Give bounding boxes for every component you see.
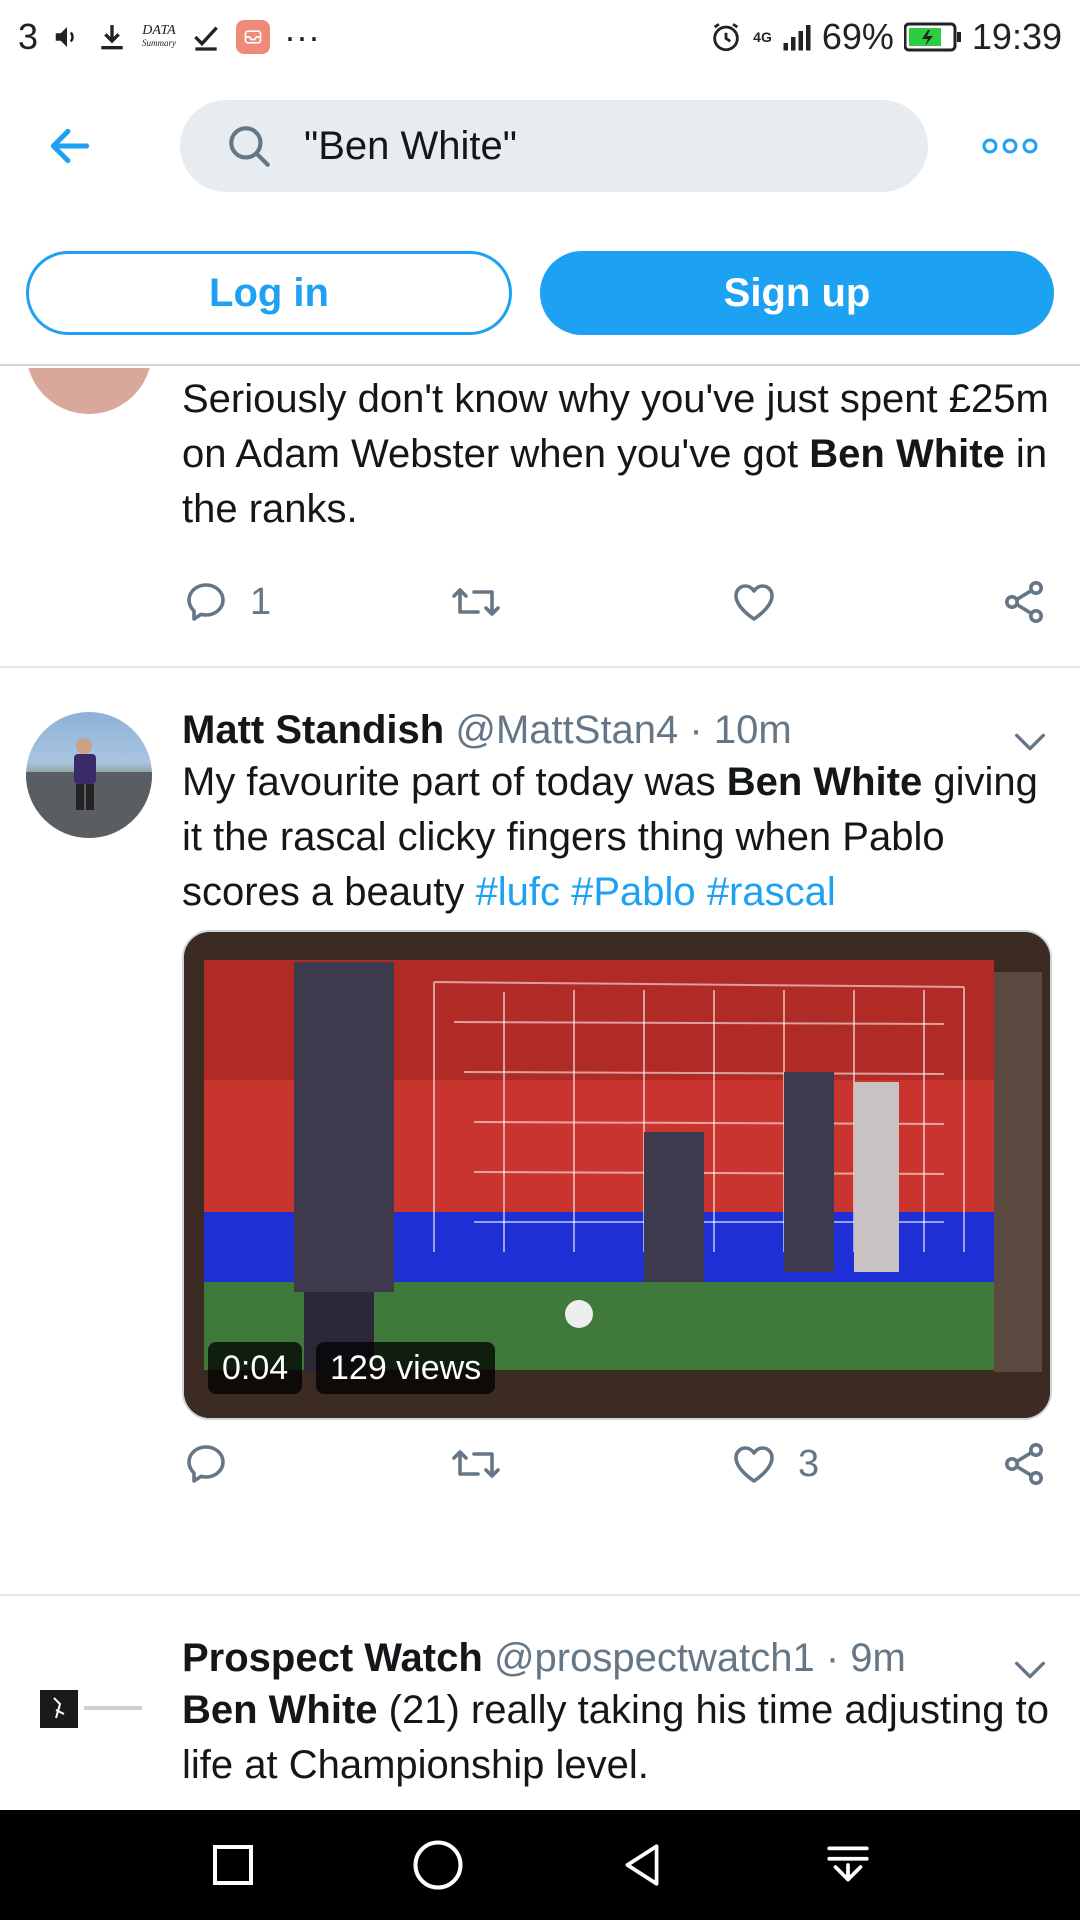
back-button[interactable] [38, 114, 102, 178]
avatar-logo [40, 1690, 142, 1728]
reply-icon [187, 583, 225, 621]
circle-icon [413, 1840, 463, 1890]
author-handle[interactable]: @MattStan4 [455, 708, 678, 752]
author-name[interactable]: Matt Standish [182, 708, 444, 752]
tweet[interactable]: Seriously don't know why you've just spe… [0, 368, 1080, 668]
network-type: 4G [753, 29, 772, 45]
pull-down-icon [827, 1846, 869, 1882]
search-icon [229, 126, 270, 167]
video-views: 129 views [316, 1342, 496, 1394]
like-button[interactable]: 3 [730, 1434, 819, 1494]
tweet[interactable]: Matt Standish @MattStan4 · 10m My favour… [0, 668, 1080, 1596]
heart-icon [734, 1446, 774, 1483]
tweet-text-highlight: Ben White [809, 432, 1005, 476]
tweet-time[interactable]: 9m [850, 1636, 906, 1680]
share-button[interactable] [1000, 572, 1048, 632]
video-duration: 0:04 [208, 1342, 303, 1394]
reply-button[interactable] [182, 1434, 250, 1494]
home-button[interactable] [408, 1835, 468, 1895]
reply-count: 1 [250, 580, 272, 623]
hashtag-link[interactable]: #rascal [707, 870, 836, 914]
battery-icon [903, 22, 962, 52]
square-icon [213, 1845, 253, 1885]
tweet-header: Prospect Watch @prospectwatch1 · 9m [182, 1636, 1054, 1681]
like-count: 3 [798, 1442, 820, 1485]
tweet-text: Seriously don't know why you've just spe… [182, 372, 1054, 537]
hashtag-link[interactable]: #lufc [476, 870, 561, 914]
signal-icon [782, 21, 812, 53]
like-button[interactable] [730, 572, 798, 632]
sim-indicator: 3 [18, 16, 39, 57]
battery-percent: 69% [821, 16, 894, 57]
recents-button[interactable] [203, 1835, 263, 1895]
back-nav-button[interactable] [612, 1835, 672, 1895]
retweet-button[interactable] [450, 1434, 502, 1494]
tweet-actions: 3 [182, 1434, 1054, 1494]
retweet-button[interactable] [450, 572, 502, 632]
login-button[interactable]: Log in [26, 251, 512, 335]
tweet-text: My favourite part of today was Ben White… [182, 755, 1054, 920]
reply-icon [187, 1445, 225, 1483]
search-bar[interactable]: "Ben White" [180, 100, 928, 192]
separator-dot: · [689, 708, 714, 752]
heart-icon [734, 584, 774, 621]
more-notifications: ··· [284, 16, 320, 57]
notification-pulldown-button[interactable] [818, 1835, 878, 1895]
alarm-icon [709, 20, 743, 54]
tweet-header: Matt Standish @MattStan4 · 10m [182, 708, 1054, 753]
arrow-left-icon [50, 128, 90, 164]
tweet-text-highlight: Ben White [726, 760, 923, 804]
system-navigation-bar [0, 1810, 1080, 1920]
signup-button[interactable]: Sign up [540, 251, 1054, 335]
hashtag-link[interactable]: #Pablo [571, 870, 696, 914]
video-player[interactable]: 0:04 129 views [182, 930, 1052, 1420]
avatar-photo [26, 738, 152, 838]
more-icon [982, 138, 1038, 154]
tweet-text-highlight: Ben White [182, 1688, 378, 1732]
share-icon [1005, 1443, 1043, 1485]
author-handle[interactable]: @prospectwatch1 [494, 1636, 815, 1680]
top-app-bar: "Ben White" [0, 74, 1080, 216]
share-button[interactable] [1000, 1434, 1048, 1494]
search-results-timeline[interactable]: Seriously don't know why you've just spe… [0, 368, 1080, 1810]
tweet-actions: 1 [182, 572, 1054, 632]
data-summary-sub: Summary [142, 38, 177, 48]
retweet-icon [452, 1450, 500, 1478]
volume-icon [52, 22, 82, 52]
check-icon [190, 21, 222, 53]
tweet-text: Ben White (21) really taking his time ad… [182, 1683, 1054, 1793]
retweet-icon [452, 588, 500, 616]
data-summary-label: DATA [142, 23, 176, 38]
avatar[interactable] [26, 1640, 152, 1766]
status-bar: 3 DATA Summary ··· 4G 69% 19:39 [0, 0, 1080, 74]
tweet-time[interactable]: 10m [714, 708, 792, 752]
video-thumbnail [184, 932, 1050, 1418]
auth-bar: Log in Sign up [0, 216, 1080, 366]
app-notification-icon [236, 20, 271, 54]
data-summary-icon: DATA Summary [142, 23, 177, 49]
triangle-back-icon [625, 1844, 659, 1886]
author-name[interactable]: Prospect Watch [182, 1636, 483, 1680]
share-icon [1005, 581, 1043, 623]
separator-dot: · [825, 1636, 851, 1680]
search-query[interactable]: "Ben White" [304, 124, 517, 169]
tweet[interactable]: Prospect Watch @prospectwatch1 · 9m Ben … [0, 1598, 1080, 1810]
tweet-text-part: My favourite part of today was [182, 760, 727, 804]
reply-button[interactable]: 1 [182, 572, 271, 632]
more-options-button[interactable] [978, 126, 1042, 166]
download-icon [96, 21, 128, 53]
clock: 19:39 [971, 16, 1062, 57]
avatar[interactable] [26, 712, 152, 838]
avatar[interactable] [26, 368, 152, 414]
